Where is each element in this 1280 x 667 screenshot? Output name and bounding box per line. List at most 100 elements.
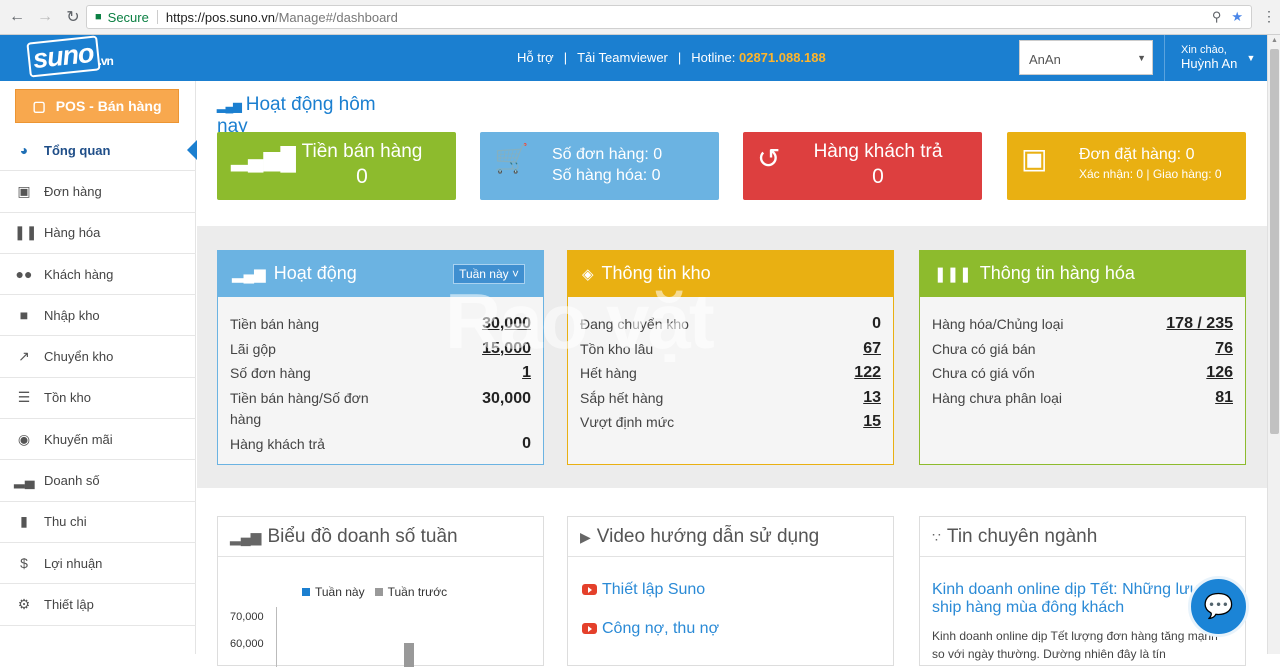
youtube-icon (582, 584, 597, 595)
barcode-icon: ❚❚❚ (934, 266, 972, 283)
revenue-chart-panel: ▂▄▆ Biểu đồ doanh số tuần Tuần này Tuần t… (217, 516, 544, 667)
goods-title: Thông tin hàng hóa (979, 263, 1135, 283)
video-title: Video hướng dẫn sử dụng (596, 526, 820, 547)
pos-sales-button[interactable]: ▢ POS - Bán hàng (15, 89, 179, 123)
support-link[interactable]: Hỗ trợ (517, 50, 554, 65)
page-scrollbar[interactable]: ▲ (1267, 35, 1280, 654)
booking-card[interactable]: ▣ Đơn đặt hàng: 0 Xác nhận: 0 | Giao hàn… (1007, 132, 1246, 200)
hotline-number: 02871.088.188 (738, 50, 826, 65)
scroll-thumb[interactable] (1270, 49, 1279, 434)
zoom-icon[interactable]: ⚲ (1212, 9, 1222, 25)
caret-down-icon: ▼ (1246, 53, 1256, 63)
table-row: Chưa có giá vốn 126 (932, 364, 1233, 381)
video-link-setup[interactable]: Thiết lập Suno (582, 581, 705, 599)
back-icon[interactable]: ← (6, 6, 28, 28)
suno-logo[interactable]: suno .vn (26, 35, 114, 78)
table-row: Hết hàng 122 (580, 364, 881, 381)
user-name: Huỳnh An (1181, 56, 1238, 71)
news-excerpt: Kinh doanh online dịp Tết lượng đơn hàng… (932, 629, 1218, 661)
table-row: Sắp hết hàng 13 (580, 388, 881, 406)
gears-icon: ⚙ (17, 595, 31, 612)
list-icon: ☰ (17, 389, 31, 406)
news-title: Tin chuyên ngành (946, 526, 1098, 547)
booking-count: Đơn đặt hàng: 0 (1079, 146, 1195, 163)
play-circle-icon: ▶ (580, 529, 591, 545)
file-icon: ▮ (20, 513, 28, 530)
hotline-label: Hotline: (691, 50, 736, 65)
sidebar-item-import[interactable]: ■ Nhập kho (0, 295, 196, 337)
url-host: https://pos.suno.vn (165, 9, 275, 25)
sidebar-item-income-expense[interactable]: ▮ Thu chi (0, 502, 196, 543)
url-path: /Manage#/dashboard (274, 9, 398, 25)
monitor-icon: ▢ (32, 97, 46, 114)
address-bar[interactable]: ■ Secure https://pos.suno.vn/Manage#/das… (86, 5, 1252, 29)
signal-icon: ▂▄▆ (230, 529, 262, 545)
y-tick: 60,000 (230, 638, 264, 650)
table-row: Tiền bán hàng/Số đơn hàng 30,000 (230, 389, 531, 427)
table-row: Hàng hóa/Chủng loại 178 / 235 (932, 315, 1233, 332)
video-link-debt[interactable]: Công nợ, thu nợ (582, 620, 719, 638)
browser-menu-icon[interactable]: ⋮ (1262, 8, 1276, 25)
store-select[interactable]: AnAn ▼ (1019, 40, 1153, 75)
sidebar-item-settings[interactable]: ⚙ Thiết lập (0, 584, 196, 626)
last-week-bar (404, 643, 414, 667)
undo-icon: ↺ (757, 143, 781, 174)
sidebar-item-stock[interactable]: ☰ Tồn kho (0, 378, 196, 420)
secure-label: Secure (107, 9, 149, 25)
sidebar-item-orders[interactable]: ▣ Đơn hàng (0, 171, 196, 213)
table-row: Vượt định mức 15 (580, 413, 881, 430)
truck-icon: ■ (19, 307, 29, 324)
period-select[interactable]: Tuần này ˅ (453, 264, 525, 284)
goods-panel: ❚❚❚ Thông tin hàng hóa Hàng hóa/Chủng loạ… (919, 250, 1246, 465)
youtube-icon (582, 623, 597, 634)
sidebar-item-customers[interactable]: ●● Khách hàng (0, 254, 196, 296)
table-row: Chưa có giá bán 76 (932, 339, 1233, 357)
rss-icon: ∵ (932, 529, 941, 545)
dollar-icon: $ (20, 555, 28, 572)
activity-panel: ▂▄▆ Hoạt động Tuần này ˅ Tiền bán hàng 30,… (217, 250, 544, 465)
returns-card[interactable]: ↺ Hàng khách trả 0 (743, 132, 982, 200)
share-icon: ↗ (18, 348, 30, 365)
signal-icon: ▂▄▆ (217, 101, 242, 113)
orders-card[interactable]: 🛒 Số đơn hàng: 0 Số hàng hóa: 0 (480, 132, 719, 200)
table-row: Hàng chưa phân loại 81 (932, 388, 1233, 406)
dashboard-main: ▂▄▆ Hoạt động hôm nay ▂▄▆█ Tiền bán hàng … (197, 81, 1267, 667)
legend-last-week[interactable]: Tuần trước (374, 585, 447, 599)
items-count: Số hàng hóa: 0 (552, 167, 661, 184)
sales-card[interactable]: ▂▄▆█ Tiền bán hàng 0 (217, 132, 456, 200)
bookmark-star-icon[interactable]: ★ (1231, 9, 1243, 25)
teamviewer-link[interactable]: Tải Teamviewer (577, 50, 668, 65)
sidebar-item-transfer[interactable]: ↗ Chuyển kho (0, 336, 196, 378)
cart-icon: 🛒 (494, 143, 529, 174)
sidebar-item-overview[interactable]: ◕ Tổng quan (0, 130, 197, 172)
table-row: Hàng khách trả 0 (230, 434, 531, 452)
sidebar-item-profit[interactable]: $ Lợi nhuận (0, 543, 196, 585)
warehouse-panel: ◈ Thông tin kho Đang chuyển kho 0 Tồn kho … (567, 250, 894, 465)
app-header: suno .vn Hỗ trợ | Tải Teamviewer | Hotline:… (0, 35, 1267, 81)
sales-value: 0 (356, 165, 368, 188)
table-row: Tiền bán hàng 30,000 (230, 315, 531, 332)
returns-value: 0 (872, 165, 884, 188)
sidebar: ▢ POS - Bán hàng ◕ Tổng quan ▣ Đơn hàng ❚❚ H… (0, 81, 197, 654)
sidebar-item-revenue[interactable]: ▂▄ Doanh số (0, 460, 196, 502)
signal-icon: ▂▄ (14, 472, 35, 489)
returns-label: Hàng khách trả (813, 141, 943, 162)
reload-icon[interactable]: ↻ (62, 6, 84, 28)
forward-icon[interactable]: → (34, 6, 56, 28)
y-tick: 70,000 (230, 611, 264, 623)
legend-this-week[interactable]: Tuần này (302, 585, 365, 599)
signal-icon: ▂▄▆ (232, 266, 266, 283)
scroll-up-icon[interactable]: ▲ (1271, 37, 1278, 44)
table-row: Lãi gộp 15,000 (230, 339, 531, 357)
news-headline[interactable]: Kinh doanh online dịp Tết: Những lưu ý s… (932, 581, 1222, 617)
user-menu[interactable]: Xin chào, Huỳnh An ▼ (1164, 35, 1255, 81)
sidebar-item-promotions[interactable]: ◉ Khuyến mãi (0, 419, 196, 461)
truck-icon: ▣ (1021, 143, 1048, 174)
dashboard-icon: ◕ (19, 142, 29, 159)
warehouse-title: Thông tin kho (601, 263, 711, 283)
orders-count: Số đơn hàng: 0 (552, 146, 663, 163)
sidebar-item-goods[interactable]: ❚❚ Hàng hóa (0, 213, 196, 254)
users-icon: ●● (15, 266, 33, 283)
gift-icon: ◉ (17, 430, 31, 447)
chat-button[interactable]: 💬 (1188, 576, 1249, 637)
